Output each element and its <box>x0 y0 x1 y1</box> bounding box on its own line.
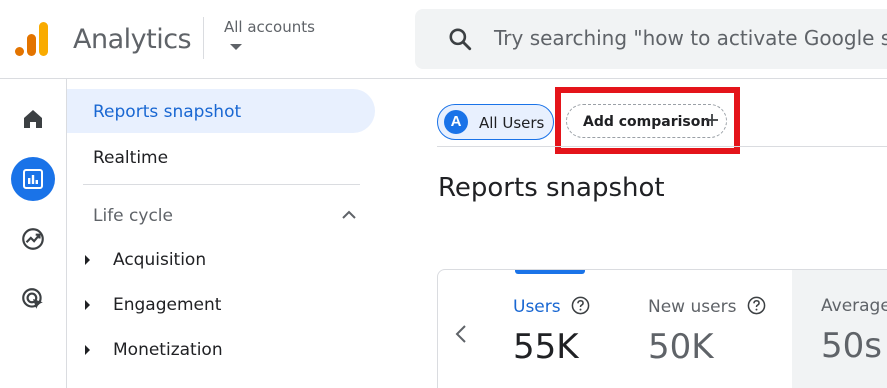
caret-right-icon <box>85 300 90 310</box>
caret-down-icon <box>230 44 242 50</box>
account-selector[interactable]: All accounts <box>224 18 315 50</box>
nav-item-label: Engagement <box>113 295 222 315</box>
segment-chip-label: All Users <box>479 114 545 132</box>
nav-item-reports-snapshot[interactable]: Reports snapshot <box>67 89 375 133</box>
nav-divider <box>83 184 360 185</box>
nav-item-engagement[interactable]: Engagement <box>83 292 373 320</box>
nav-section-life-cycle[interactable]: Life cycle <box>93 206 173 226</box>
selected-tab-indicator <box>515 270 585 274</box>
explore-button[interactable] <box>11 217 55 261</box>
chevron-up-icon[interactable] <box>340 206 358 224</box>
metric-label: New users <box>648 297 737 317</box>
nav-item-label: Monetization <box>113 340 223 360</box>
main-content: A All Users Add comparison Reports snaps… <box>389 79 887 388</box>
toolbar-divider <box>437 146 887 147</box>
home-icon <box>24 110 42 128</box>
page-title: Reports snapshot <box>438 173 665 203</box>
metric-value: 50s <box>821 326 882 366</box>
advertising-button[interactable] <box>11 277 55 321</box>
metric-new-users[interactable]: New users 50K <box>648 296 766 367</box>
reports-nav: Reports snapshot Realtime Life cycle Acq… <box>67 79 389 388</box>
nav-item-label: Acquisition <box>113 250 207 270</box>
segment-badge: A <box>444 110 468 134</box>
metric-value: 55K <box>513 327 579 367</box>
add-comparison-button[interactable]: Add comparison <box>566 104 727 138</box>
nav-item-acquisition[interactable]: Acquisition <box>83 247 373 275</box>
account-selector-label: All accounts <box>224 18 315 36</box>
analytics-app: Analytics All accounts Try searching "ho… <box>0 0 887 388</box>
reports-icon <box>23 169 43 189</box>
help-icon[interactable] <box>747 296 766 315</box>
help-icon[interactable] <box>571 296 590 315</box>
chevron-left-icon[interactable] <box>452 322 470 346</box>
metric-label: Users <box>513 297 561 317</box>
segment-chip-all-users[interactable]: A All Users <box>437 104 554 140</box>
advertising-icon <box>22 288 43 309</box>
explore-icon <box>22 228 44 250</box>
analytics-logo-icon[interactable] <box>14 20 50 58</box>
nav-item-realtime[interactable]: Realtime <box>93 148 168 168</box>
left-rail <box>0 79 67 388</box>
app-title[interactable]: Analytics <box>73 24 192 55</box>
metric-value: 50K <box>648 327 714 367</box>
nav-item-monetization[interactable]: Monetization <box>83 337 373 365</box>
top-header: Analytics All accounts Try searching "ho… <box>0 0 887 79</box>
caret-right-icon <box>85 345 90 355</box>
add-comparison-label: Add comparison <box>583 114 711 130</box>
plus-icon <box>706 114 718 126</box>
metric-average[interactable]: Average 50s <box>821 296 887 366</box>
search-icon <box>449 28 472 51</box>
search-placeholder: Try searching "how to activate Google si… <box>494 26 887 50</box>
nav-item-label: Reports snapshot <box>93 102 242 122</box>
caret-right-icon <box>85 255 90 265</box>
reports-button[interactable] <box>11 157 55 201</box>
metrics-card: Users 55K New users 50K Average 50s <box>437 269 887 388</box>
home-button[interactable] <box>11 97 55 141</box>
header-divider <box>203 17 204 59</box>
search-bar[interactable]: Try searching "how to activate Google si… <box>415 9 887 69</box>
metric-label: Average <box>821 296 887 316</box>
metric-users[interactable]: Users 55K <box>513 296 590 367</box>
